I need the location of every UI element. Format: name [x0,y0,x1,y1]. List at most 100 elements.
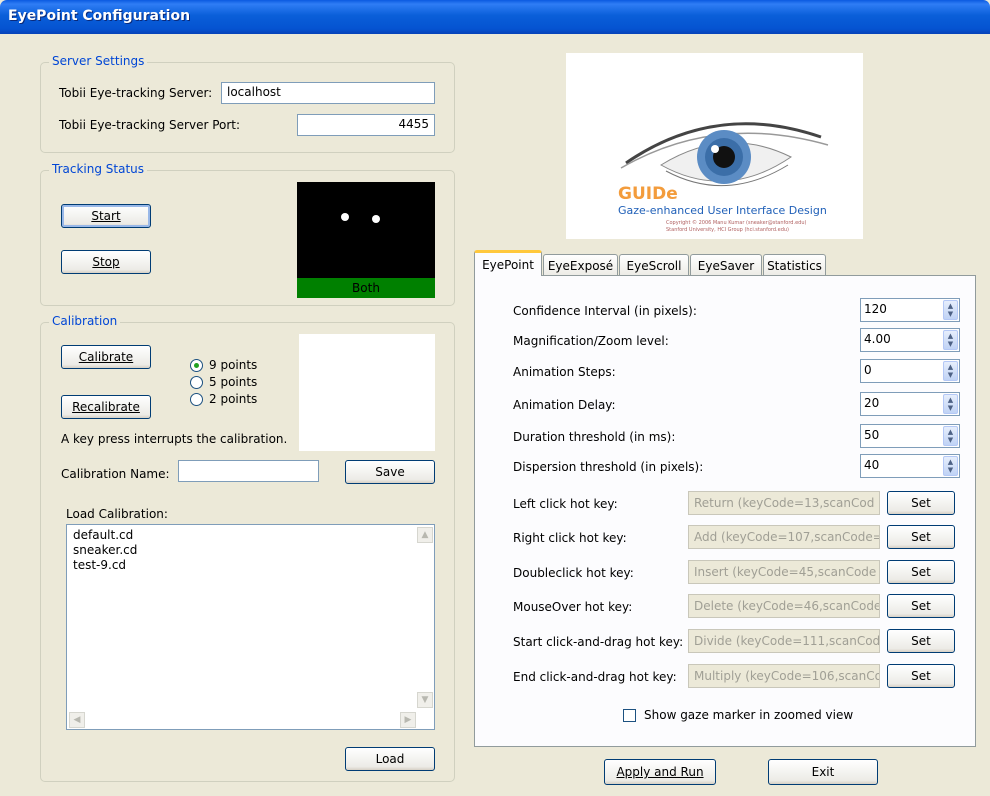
exit-button[interactable]: Exit [768,759,878,785]
right-eye-marker [372,215,380,223]
animation-steps-spinner[interactable]: 0 ▲ ▼ [860,359,960,383]
setting-label: Confidence Interval (in pixels): [513,304,697,318]
spin-arrows-icon[interactable]: ▲ ▼ [943,426,958,446]
tab-statistics[interactable]: Statistics [763,254,826,276]
tracking-status-text: Both [352,281,380,295]
set-hotkey-button[interactable]: Set [887,525,955,549]
apply-and-run-button[interactable]: Apply and Run [604,759,716,785]
spin-arrows-icon[interactable]: ▲ ▼ [943,361,958,381]
tab-eyesaver[interactable]: EyeSaver [690,254,762,276]
stop-button[interactable]: Stop [61,250,151,274]
tracking-status-legend: Tracking Status [49,162,148,176]
animation-delay-spinner[interactable]: 20 ▲ ▼ [860,392,960,416]
scroll-up-icon[interactable]: ▲ [417,527,433,543]
spin-arrows-icon[interactable]: ▲ ▼ [943,456,958,476]
hotkey-field: Multiply (keyCode=106,scanCo [688,664,880,688]
spinner-value: 50 [864,428,880,442]
set-button-label: Set [911,530,931,544]
save-button[interactable]: Save [345,460,435,484]
port-label: Tobii Eye-tracking Server Port: [59,118,241,132]
calibration-name-label: Calibration Name: [61,467,170,481]
set-button-label: Set [911,634,931,648]
guide-logo-copyright: Copyright © 2006 Manu Kumar (sneaker@sta… [666,220,807,226]
calibration-note: A key press interrupts the calibration. [61,432,288,446]
checkbox-box [623,708,636,722]
scroll-down-icon[interactable]: ▼ [417,692,433,708]
load-button[interactable]: Load [345,747,435,771]
spinner-value: 40 [864,458,880,472]
port-input[interactable]: 4455 [297,114,435,136]
calibrate-button-label: Calibrate [78,350,134,364]
set-hotkey-button[interactable]: Set [887,491,955,515]
set-hotkey-button[interactable]: Set [887,629,955,653]
guide-logo-group: Stanford University, HCI Group (hci.stan… [666,227,790,233]
radio-9-points[interactable]: 9 points [190,358,257,372]
setting-label: Animation Delay: [513,398,616,412]
calibrate-button[interactable]: Calibrate [61,345,151,369]
tab-eyepoint[interactable]: EyePoint [474,250,542,276]
load-button-label: Load [375,752,405,766]
zoom-level-spinner[interactable]: 4.00 ▲ ▼ [860,328,960,352]
tab-label: EyeExposé [547,258,614,273]
scroll-left-icon[interactable]: ◀ [69,712,85,728]
start-button[interactable]: Start [61,204,151,228]
server-input[interactable]: localhost [221,82,435,104]
dispersion-threshold-spinner[interactable]: 40 ▲ ▼ [860,454,960,478]
list-item[interactable]: test-9.cd [73,558,126,572]
tab-eyeexpose[interactable]: EyeExposé [543,254,618,276]
calibration-name-input[interactable] [178,460,319,482]
save-button-label: Save [375,465,405,479]
calibration-legend: Calibration [49,314,121,328]
scroll-right-icon[interactable]: ▶ [400,712,416,728]
checkbox-label: Show gaze marker in zoomed view [644,708,854,722]
set-button-label: Set [911,599,931,613]
tab-eyescroll[interactable]: EyeScroll [619,254,689,276]
set-button-label: Set [911,565,931,579]
guide-logo-title: GUIDe [618,184,678,204]
radio-label: 9 points [209,358,258,372]
setting-label: Duration threshold (in ms): [513,430,676,444]
confidence-interval-spinner[interactable]: 120 ▲ ▼ [860,298,960,322]
hotkey-field: Divide (keyCode=111,scanCod [688,629,880,653]
apply-button-label: Apply and Run [616,765,704,779]
set-hotkey-button[interactable]: Set [887,664,955,688]
spinner-value: 4.00 [864,332,891,346]
tracking-status-bar: Both [297,278,435,298]
setting-label: Magnification/Zoom level: [513,334,669,348]
show-gaze-marker-checkbox[interactable]: Show gaze marker in zoomed view [623,708,853,722]
server-label: Tobii Eye-tracking Server: [59,86,213,100]
spin-arrows-icon[interactable]: ▲ ▼ [943,394,958,414]
title-bar[interactable]: EyePoint Configuration [0,0,990,34]
set-button-label: Set [911,496,931,510]
hotkey-field: Delete (keyCode=46,scanCode [688,594,880,618]
hotkey-field: Insert (keyCode=45,scanCode [688,560,880,584]
radio-2-points[interactable]: 2 points [190,392,257,406]
radio-label: 2 points [209,392,258,406]
hotkey-field: Return (keyCode=13,scanCod [688,491,880,515]
spin-arrows-icon[interactable]: ▲ ▼ [943,300,958,320]
eye-tracking-display: Both [297,182,435,298]
list-item[interactable]: default.cd [73,528,133,542]
hotkey-label: MouseOver hot key: [513,600,633,614]
set-hotkey-button[interactable]: Set [887,560,955,584]
tab-label: Statistics [767,258,822,273]
set-hotkey-button[interactable]: Set [887,594,955,618]
list-item[interactable]: sneaker.cd [73,543,137,557]
radio-label: 5 points [209,375,258,389]
server-settings-group: Server Settings Tobii Eye-tracking Serve… [40,54,455,153]
tracking-status-group: Tracking Status Start Stop Both [40,162,455,306]
calibration-file-list[interactable]: default.cd sneaker.cd test-9.cd ▲ ▼ ◀ ▶ [66,524,435,730]
duration-threshold-spinner[interactable]: 50 ▲ ▼ [860,424,960,448]
hotkey-label: Start click-and-drag hot key: [513,635,684,649]
spinner-value: 20 [864,396,880,410]
hotkey-label: End click-and-drag hot key: [513,670,677,684]
set-button-label: Set [911,669,931,683]
recalibrate-button-label: Recalibrate [72,400,140,414]
hotkey-label: Doubleclick hot key: [513,566,634,580]
server-settings-legend: Server Settings [49,54,148,68]
spinner-value: 0 [864,363,872,377]
spin-arrows-icon[interactable]: ▲ ▼ [943,330,958,350]
radio-5-points[interactable]: 5 points [190,375,257,389]
recalibrate-button[interactable]: Recalibrate [61,395,151,419]
calibration-preview [299,334,435,451]
